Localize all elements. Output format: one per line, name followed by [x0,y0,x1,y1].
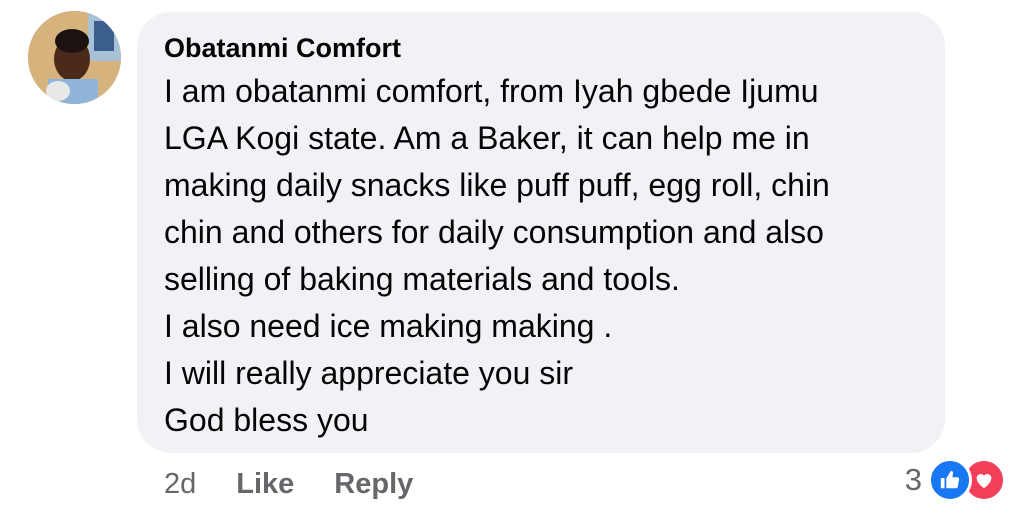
profile-photo [28,11,121,104]
comment-text-line: I will really appreciate you sir [164,355,574,391]
reply-button[interactable]: Reply [334,468,413,501]
reaction-summary[interactable]: 3 [905,458,1006,502]
reaction-count: 3 [904,462,922,497]
comment-actions: 2d Like Reply [164,464,453,504]
comment-text-line: I also need ice making making . [164,308,613,344]
comment-author[interactable]: Obatanmi Comfort [164,32,919,64]
comment-timestamp[interactable]: 2d [164,468,196,501]
comment-text-line: I am obatanmi comfort, from Iyah gbede I… [164,73,819,109]
comment-text-line: making daily snacks like puff puff, egg … [164,167,830,203]
comment-text-line: God bless you [164,402,369,438]
comment-text-line: selling of baking materials and tools. [164,261,680,297]
avatar[interactable] [28,11,121,104]
like-icon [928,458,972,502]
comment-bubble: Obatanmi Comfort I am obatanmi comfort, … [137,12,945,453]
comment-text-line: LGA Kogi state. Am a Baker, it can help … [164,120,810,156]
comment-text-line: chin and others for daily consumption an… [164,214,824,250]
like-button[interactable]: Like [236,468,294,501]
